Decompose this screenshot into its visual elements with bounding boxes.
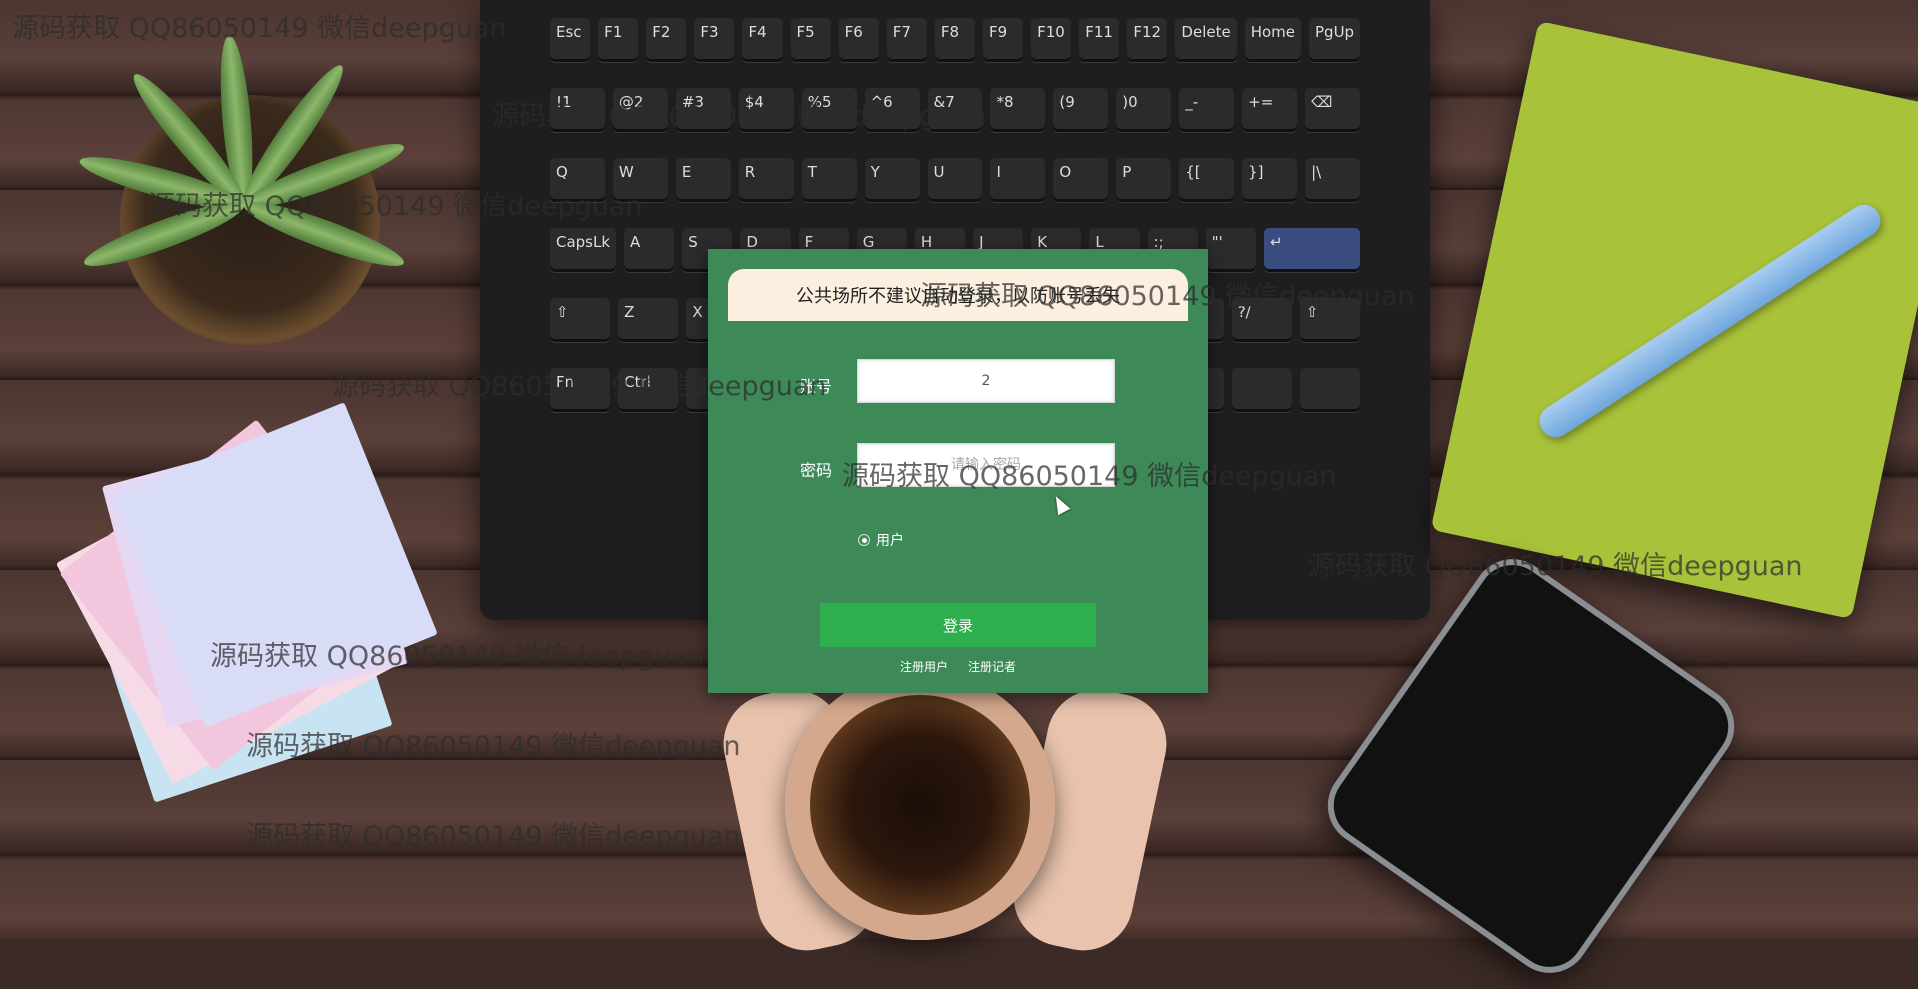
keyboard-key: W	[612, 158, 668, 202]
keyboard-key: F11	[1079, 18, 1120, 62]
keyboard-key: +=	[1242, 88, 1298, 132]
keyboard-key: }]	[1242, 158, 1298, 202]
keyboard-key: %5	[801, 88, 857, 132]
keyboard-key	[1231, 368, 1292, 412]
keyboard-row: Esc F1 F2 F3 F4 F5 F6 F7 F8 F9 F10 F11 F12 Delete Home…	[550, 18, 1361, 62]
login-notice: 公共场所不建议自动登录，以防账号丢失	[728, 269, 1188, 321]
radio-selected-icon[interactable]	[858, 534, 870, 546]
keyboard-key: *8	[990, 88, 1046, 132]
keyboard-key: )0	[1116, 88, 1172, 132]
keyboard-key: Fn	[550, 368, 611, 412]
keyboard-key: $4	[738, 88, 794, 132]
keyboard-key: @2	[612, 88, 668, 132]
keyboard-key: P	[1116, 158, 1172, 202]
keyboard-key: Z	[618, 298, 679, 342]
keyboard-key: F7	[886, 18, 927, 62]
keyboard-key: R	[738, 158, 794, 202]
keyboard-key: I	[990, 158, 1046, 202]
login-panel: 公共场所不建议自动登录，以防账号丢失 账号 密码 用户 登录 注册用户 注册记者	[708, 249, 1208, 693]
keyboard-key	[1299, 368, 1361, 412]
keyboard-key: F5	[790, 18, 831, 62]
keyboard-key: ↵	[1263, 228, 1360, 272]
role-option-label: 用户	[876, 533, 904, 549]
keyboard-key: Delete	[1175, 18, 1237, 62]
keyboard-key: Esc	[550, 18, 591, 62]
keyboard-key: F12	[1127, 18, 1168, 62]
keyboard-key: &7	[927, 88, 983, 132]
plant-pot	[76, 34, 409, 345]
keyboard-row: !1 @2 #3 $4 %5 ^6 &7 *8 (9)0 _- += ⌫	[550, 88, 1360, 132]
keyboard-key: ⇧	[1299, 298, 1361, 342]
keyboard-key: F8	[934, 18, 975, 62]
keyboard-key: O	[1053, 158, 1109, 202]
keyboard-key: F9	[982, 18, 1024, 62]
keyboard-key: #3	[675, 88, 731, 132]
register-user-link[interactable]: 注册用户	[900, 658, 948, 675]
keyboard-key: ^6	[864, 88, 920, 132]
account-input[interactable]	[857, 359, 1115, 403]
keyboard-key: {[	[1179, 158, 1235, 202]
keyboard-key: F4	[742, 18, 783, 62]
keyboard-key: ⌫	[1305, 88, 1360, 132]
register-links: 注册用户 注册记者	[708, 658, 1208, 675]
sticky-notes	[55, 402, 450, 803]
password-input[interactable]	[857, 443, 1115, 487]
password-label: 密码	[800, 461, 833, 480]
keyboard-key: ?/	[1231, 298, 1292, 342]
keyboard-key: Ctrl	[618, 368, 679, 412]
keyboard-key: F6	[838, 18, 879, 62]
keyboard-key: A	[624, 228, 675, 272]
keyboard-key: E	[675, 158, 731, 202]
keyboard-key: |\	[1305, 158, 1360, 202]
coffee-mug	[785, 670, 1055, 940]
keyboard-key: ⇧	[550, 298, 611, 342]
register-reporter-link[interactable]: 注册记者	[968, 658, 1016, 675]
login-button[interactable]: 登录	[820, 603, 1096, 647]
keyboard-key: CapsLk	[550, 228, 617, 272]
keyboard-key: Q	[550, 158, 605, 202]
keyboard-key: F10	[1031, 18, 1072, 62]
keyboard-key: !1	[550, 88, 605, 132]
keyboard-key: _-	[1179, 88, 1235, 132]
account-label: 账号	[800, 377, 833, 396]
keyboard-key: Home	[1244, 18, 1302, 62]
role-option-user[interactable]: 用户	[858, 530, 904, 550]
keyboard-key: PgUp	[1309, 18, 1361, 62]
keyboard-key: U	[927, 158, 983, 202]
keyboard-key: Y	[864, 158, 920, 202]
keyboard-key: T	[801, 158, 857, 202]
keyboard-key: "'	[1205, 228, 1256, 272]
keyboard-key: F1	[598, 18, 639, 62]
keyboard-key: F3	[694, 18, 735, 62]
keyboard-key: F2	[646, 18, 687, 62]
keyboard-key: (9	[1053, 88, 1109, 132]
keyboard-row: Q W E R T Y U I O P{[}] |\	[550, 158, 1360, 202]
